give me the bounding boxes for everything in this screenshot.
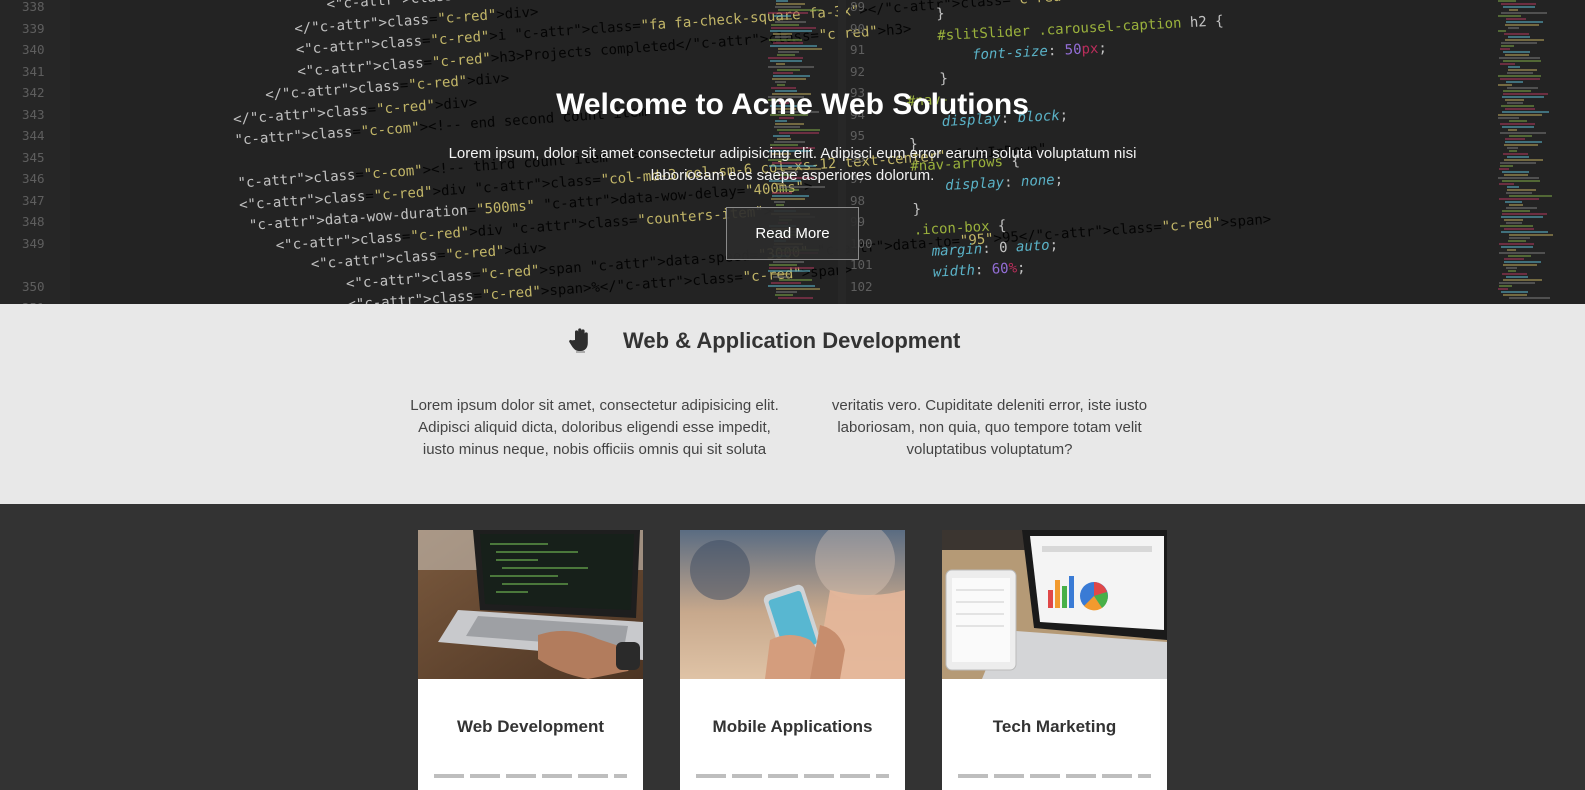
card-text-preview xyxy=(434,774,627,778)
card-tech-marketing[interactable]: Tech Marketing xyxy=(942,530,1167,790)
hand-icon xyxy=(569,327,591,353)
card-text-preview xyxy=(958,774,1151,778)
services-section: Web & Application Development Lorem ipsu… xyxy=(0,304,1585,504)
smartphone-photo xyxy=(680,530,905,679)
laptop-code-photo xyxy=(418,530,643,679)
hero-description: Lorem ipsum, dolor sit amet consectetur … xyxy=(448,145,1137,184)
cards-section: Web Development Mobile Applications Tech… xyxy=(0,504,1585,790)
read-more-button[interactable]: Read More xyxy=(726,207,859,260)
hero-section: 338 339 340 341 342 343 344 345 346 347 348 349 350… xyxy=(0,0,1585,304)
laptop-charts-photo xyxy=(942,530,1167,679)
services-title: Web & Application Development xyxy=(623,328,961,353)
services-text-left: Lorem ipsum dolor sit amet, consectetur … xyxy=(410,397,779,458)
card-title: Mobile Applications xyxy=(712,717,873,736)
card-title: Tech Marketing xyxy=(992,717,1117,736)
card-mobile-applications[interactable]: Mobile Applications xyxy=(680,530,905,790)
card-text-preview xyxy=(696,774,889,778)
card-title: Web Development xyxy=(456,717,605,736)
hero-title: Welcome to Acme Web Solutions xyxy=(556,88,1029,121)
services-text-right: veritatis vero. Cupiditate deleniti erro… xyxy=(831,397,1148,458)
card-web-development[interactable]: Web Development xyxy=(418,530,643,790)
